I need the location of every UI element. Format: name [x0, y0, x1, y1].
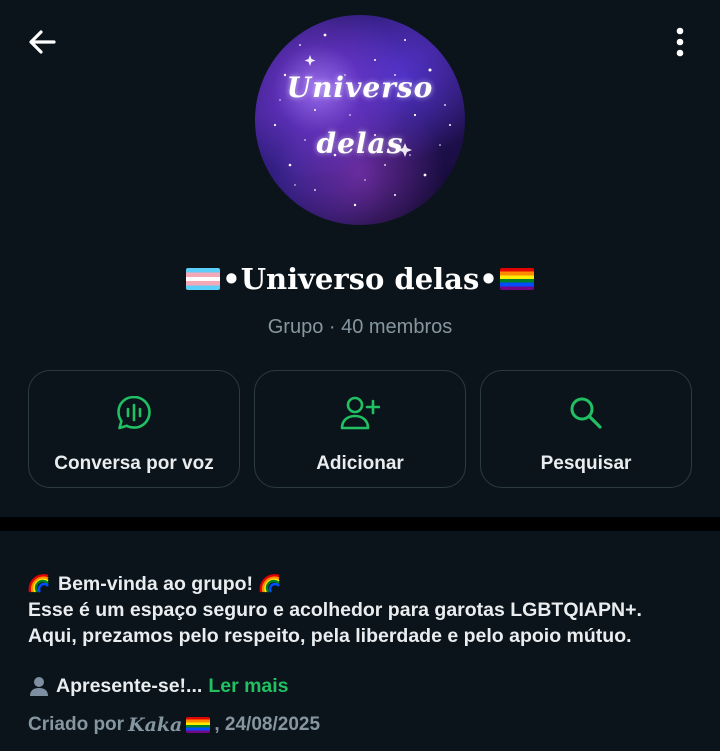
created-prefix: Criado por — [28, 714, 125, 735]
add-person-icon — [340, 393, 380, 433]
description-welcome-text: Bem-vinda ao grupo! — [58, 573, 254, 595]
group-avatar[interactable]: Universo delas — [255, 15, 465, 225]
rainbow-emoji-icon — [259, 574, 280, 593]
group-info-header-section: Universo delas •Universo delas• Grupo · … — [0, 0, 720, 517]
voice-chat-button[interactable]: Conversa por voz — [28, 370, 240, 488]
rainbow-flag-icon — [499, 268, 534, 290]
trans-flag-icon — [186, 268, 221, 290]
back-button[interactable] — [22, 22, 62, 62]
avatar-text-line1: Universo — [286, 71, 434, 104]
person-silhouette-icon — [30, 677, 48, 696]
galaxy-stars-image — [273, 33, 451, 207]
description-line-welcome: Bem-vinda ao grupo! — [28, 571, 708, 597]
description-line-respect: Aqui, prezamos pelo respeito, pela liber… — [28, 625, 632, 647]
description-line-introduce: Apresente-se!... Ler mais — [28, 673, 708, 699]
rainbow-flag-icon — [186, 717, 211, 733]
creator-name[interactable]: Kaka — [128, 714, 182, 736]
description-line-safe-space: Esse é um espaço seguro e acolhedor para… — [28, 599, 642, 621]
search-button[interactable]: Pesquisar — [480, 370, 692, 488]
avatar-text-line2: delas — [316, 127, 404, 160]
voice-chat-label: Conversa por voz — [54, 453, 214, 474]
search-icon — [566, 393, 606, 433]
rainbow-emoji-icon — [28, 574, 49, 593]
created-by-info: Criado por Kaka , 24/08/2025 — [28, 714, 320, 736]
group-name[interactable]: •Universo delas• — [0, 262, 720, 296]
search-label: Pesquisar — [540, 453, 632, 474]
group-name-text: •Universo delas• — [222, 262, 498, 296]
section-divider — [0, 517, 720, 531]
created-date: , 24/08/2025 — [214, 714, 321, 735]
add-member-button[interactable]: Adicionar — [254, 370, 466, 488]
group-member-count: Grupo · 40 membros — [267, 316, 453, 338]
voice-chat-icon — [114, 393, 154, 433]
more-vertical-icon — [676, 27, 684, 57]
more-options-button[interactable] — [662, 22, 698, 62]
read-more-link[interactable]: Ler mais — [208, 673, 288, 699]
description-introduce-text: Apresente-se!... — [56, 675, 203, 697]
arrow-left-icon — [29, 30, 56, 54]
group-description-section: Bem-vinda ao grupo! Esse é um espaço seg… — [0, 531, 720, 751]
add-member-label: Adicionar — [316, 453, 404, 474]
